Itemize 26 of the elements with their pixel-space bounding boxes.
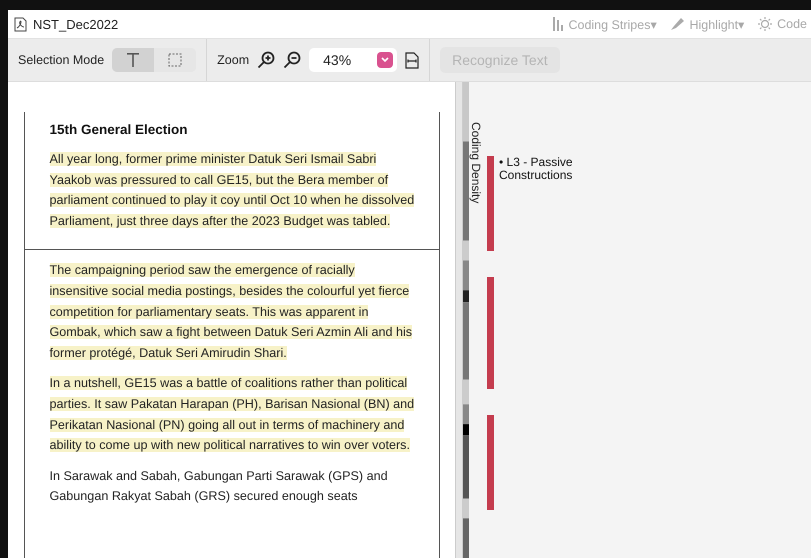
stripes-icon [552,17,564,31]
paragraph: All year long, former prime minister Datuk Seri Ismail Sabri Yaakob was pressured to call GE15, but the Bera member of parliament continued to play it coy until Oct 10 when he dissolved Parliament, just three days after the 2023 Budget was tabled. [50,151,414,230]
bulb-icon [757,16,774,32]
window-title: NST_Dec2022 [33,16,118,32]
coding-density-label: Coding Density [469,122,483,204]
zoom-in-icon [257,51,276,69]
zoom-in-button[interactable] [257,51,276,69]
paragraph: The campaigning period saw the emergence of racially insensitive social media postings, besides the colourful yet fierce competition for parliamentary seats. This was apparent in Gombak, which saw a fight between Datuk Seri Azmin Ali and his former protégé, Datuk Seri Amirudin Shari. [50,262,414,362]
selection-mode-label: Selection Mode [18,53,104,67]
document-heading: 15th General Election [50,122,189,137]
paragraph: In a nutshell, GE15 was a battle of coalitions rather than political parties. It saw Pakatan Harapan (PH), Barisan Nasional (BN) and Perikatan Nasional (PN) going all out in terms of machinery and ability to come up with new political narratives to win over voters. [50,375,414,454]
mode-button[interactable] [112,48,154,72]
fit-width-icon [405,52,420,68]
fit-width-button[interactable] [405,52,420,68]
marker-icon [669,17,686,31]
code-label: • L3 - Passive Constructions [499,156,574,184]
zoom-out-icon [283,51,302,69]
text-cursor-icon [126,52,140,68]
zoom-out-button[interactable] [283,51,302,69]
marquee-icon [168,53,182,67]
zoom-label: Zoom [217,53,250,67]
chevron-icon [381,57,390,63]
zoom-select[interactable]: 43% [309,48,398,72]
pdf-file-icon [14,16,27,32]
mode-button[interactable] [154,48,196,72]
paragraph: In Sarawak and Sabah, Gabungan Parti Sarawak (GPS) and Gabungan Rakyat Sabah (GRS) secured enough seats [50,468,389,506]
